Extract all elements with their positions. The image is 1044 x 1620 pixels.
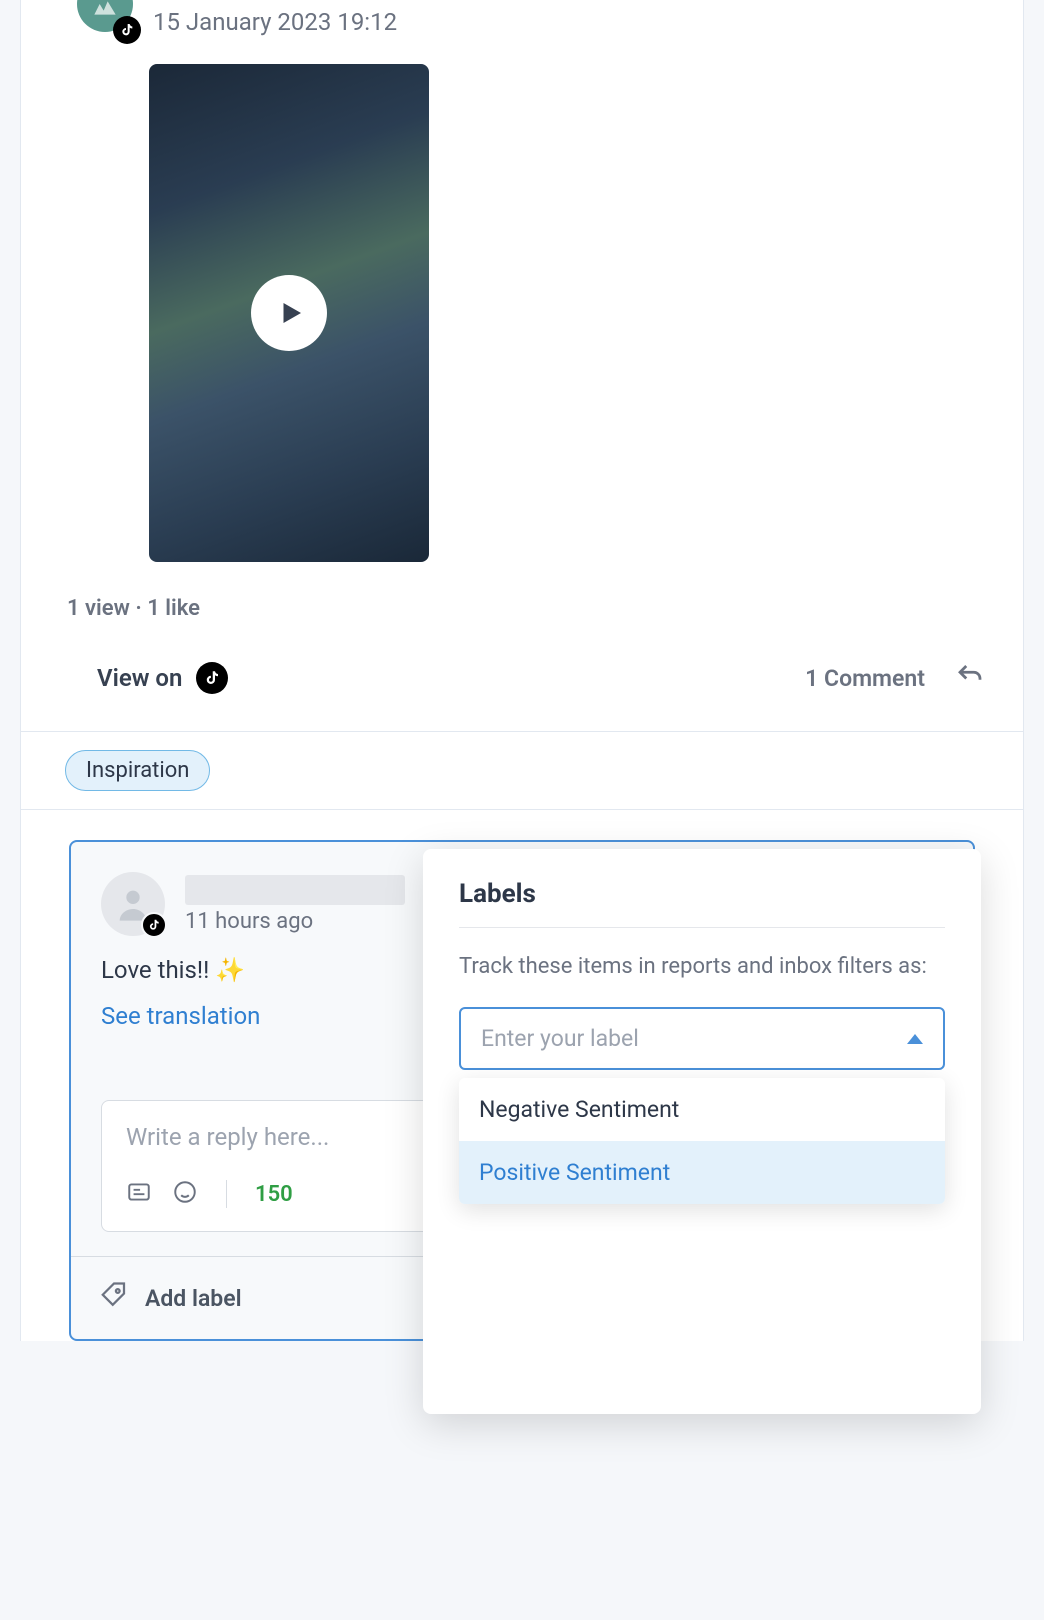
- view-on-platform-link[interactable]: View on: [97, 662, 228, 694]
- post-actions-row: View on 1 Comment: [21, 621, 1023, 731]
- tiktok-badge-icon: [113, 16, 141, 44]
- post-stats: 1 view · 1 like: [21, 562, 1023, 621]
- label-option[interactable]: Positive Sentiment: [459, 1141, 945, 1204]
- avatar-placeholder-icon: [89, 0, 121, 20]
- tiktok-icon: [196, 662, 228, 694]
- caret-up-icon: [907, 1034, 923, 1044]
- label-options-list: Negative Sentiment Positive Sentiment: [459, 1078, 945, 1204]
- emoji-icon[interactable]: [172, 1179, 198, 1209]
- post-header: 15 January 2023 19:12: [21, 0, 1023, 40]
- char-count: 150: [255, 1182, 293, 1207]
- author-avatar[interactable]: [77, 4, 137, 40]
- commenter-avatar[interactable]: [101, 872, 165, 936]
- view-on-label: View on: [97, 664, 182, 692]
- comment-count[interactable]: 1 Comment: [805, 665, 925, 692]
- labels-popover-description: Track these items in reports and inbox f…: [459, 950, 945, 983]
- commenter-name-redacted: [185, 875, 405, 905]
- reply-icon[interactable]: [955, 661, 985, 695]
- comment-card: 11 hours ago Love this!! ✨ See translati…: [69, 840, 975, 1341]
- play-button[interactable]: [251, 275, 327, 351]
- comment-timestamp: 11 hours ago: [185, 909, 405, 934]
- tiktok-badge-icon: [141, 912, 167, 938]
- post-timestamp: 15 January 2023 19:12: [153, 8, 397, 36]
- tag-pill[interactable]: Inspiration: [65, 750, 210, 791]
- label-option[interactable]: Negative Sentiment: [459, 1078, 945, 1141]
- label-select[interactable]: Enter your label: [459, 1007, 945, 1070]
- tag-icon: [99, 1281, 129, 1315]
- add-label-text: Add label: [145, 1285, 242, 1312]
- tags-row: Inspiration: [21, 732, 1023, 809]
- labels-popover-title: Labels: [459, 879, 945, 928]
- play-icon: [276, 298, 306, 328]
- label-select-placeholder: Enter your label: [481, 1025, 639, 1052]
- toolbar-separator: [226, 1180, 227, 1208]
- saved-replies-icon[interactable]: [126, 1179, 152, 1209]
- video-thumbnail[interactable]: [149, 64, 429, 562]
- labels-popover: Labels Track these items in reports and …: [423, 849, 981, 1414]
